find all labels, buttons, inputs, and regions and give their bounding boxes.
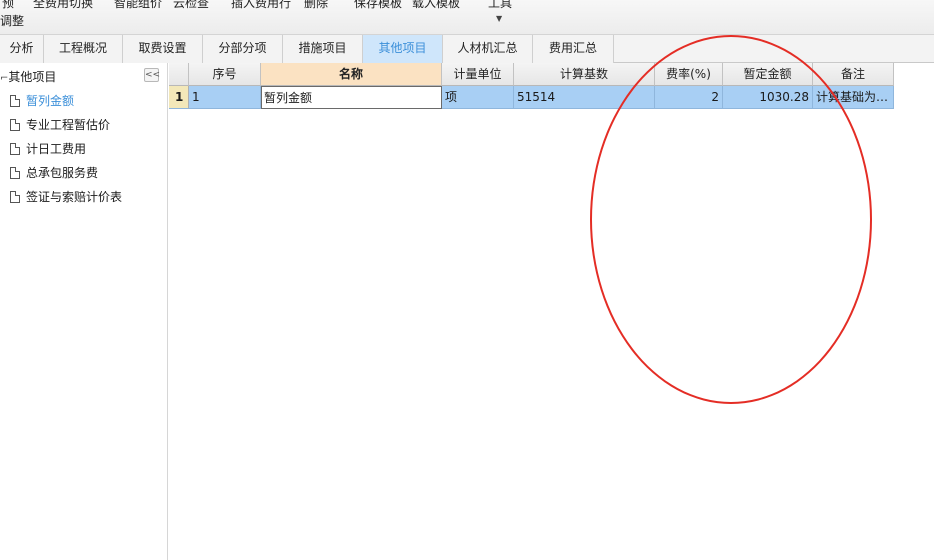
cell-seq[interactable]: 1 bbox=[189, 86, 261, 109]
tab-measures[interactable]: 措施项目 bbox=[283, 35, 363, 63]
column-header-remark[interactable]: 备注 bbox=[813, 63, 894, 86]
cell-remark[interactable]: 计算基础为… bbox=[813, 86, 894, 109]
tab-other-items[interactable]: 其他项目 bbox=[363, 35, 443, 63]
tree-item-specialty-estimate[interactable]: 专业工程暂估价 bbox=[10, 116, 110, 134]
tree-item-label: 暂列金额 bbox=[26, 94, 75, 108]
document-icon bbox=[10, 167, 20, 179]
load-template-button[interactable]: 载入模板 bbox=[412, 0, 460, 10]
tab-cost-summary[interactable]: 费用汇总 bbox=[533, 35, 614, 63]
tree-root-label: 其他项目 bbox=[8, 70, 57, 84]
toolbar: 预 调整 全费用切换 智能组价 云检查 插入费用行 删除 保存模板 载入模板 工… bbox=[0, 0, 934, 35]
tree-item-label: 计日工费用 bbox=[26, 142, 87, 156]
tab-sub-items[interactable]: 分部分项 bbox=[203, 35, 283, 63]
tree-item-label: 专业工程暂估价 bbox=[26, 118, 111, 132]
document-icon bbox=[10, 95, 20, 107]
document-icon bbox=[10, 143, 20, 155]
tab-labor-material-summary[interactable]: 人材机汇总 bbox=[443, 35, 533, 63]
tree-root[interactable]: ⌐其他项目 bbox=[0, 69, 56, 85]
column-header-rate[interactable]: 费率(%) bbox=[655, 63, 723, 86]
navigation-tree: << ⌐其他项目 暂列金额 专业工程暂估价 计日工费用 总承包服务费 签证与索赔… bbox=[0, 63, 168, 560]
column-header-amount[interactable]: 暂定金额 bbox=[723, 63, 813, 86]
column-header-name[interactable]: 名称 bbox=[261, 63, 442, 86]
tree-item-label: 总承包服务费 bbox=[26, 166, 99, 180]
cell-name-editor[interactable]: 暂列金额 bbox=[261, 86, 442, 109]
row-header-corner bbox=[169, 63, 189, 86]
insert-cost-row-button[interactable]: 插入费用行 bbox=[231, 0, 291, 10]
smart-pricing-button[interactable]: 智能组价 bbox=[114, 0, 162, 10]
collapse-panel-button[interactable]: << bbox=[144, 68, 160, 82]
row-number[interactable]: 1 bbox=[169, 86, 189, 109]
column-header-base[interactable]: 计算基数 bbox=[514, 63, 655, 86]
tab-fee-settings[interactable]: 取费设置 bbox=[123, 35, 203, 63]
tree-item-provisional-sum[interactable]: 暂列金额 bbox=[10, 92, 74, 110]
toolbar-preview-button[interactable]: 预 bbox=[2, 0, 14, 10]
cell-base[interactable]: 51514 bbox=[514, 86, 655, 109]
document-icon bbox=[10, 119, 20, 131]
chevron-down-icon[interactable]: ▼ bbox=[496, 14, 502, 23]
tree-item-contractor-service[interactable]: 总承包服务费 bbox=[10, 164, 98, 182]
full-cost-switch-button[interactable]: 全费用切换 bbox=[33, 0, 93, 10]
tree-item-daywork[interactable]: 计日工费用 bbox=[10, 140, 86, 158]
cell-rate[interactable]: 2 bbox=[655, 86, 723, 109]
tools-menu-button[interactable]: 工具 bbox=[488, 0, 512, 10]
tree-item-visa-claims[interactable]: 签证与索赔计价表 bbox=[10, 188, 122, 206]
cell-amount[interactable]: 1030.28 bbox=[723, 86, 813, 109]
tab-analysis[interactable]: 分析 bbox=[0, 35, 44, 63]
save-template-button[interactable]: 保存模板 bbox=[354, 0, 402, 10]
cell-unit[interactable]: 项 bbox=[442, 86, 514, 109]
module-tabs: 分析 工程概况 取费设置 分部分项 措施项目 其他项目 人材机汇总 费用汇总 bbox=[0, 35, 934, 63]
column-header-seq[interactable]: 序号 bbox=[189, 63, 261, 86]
tree-item-label: 签证与索赔计价表 bbox=[26, 190, 123, 204]
toolbar-adjust-button[interactable]: 调整 bbox=[0, 14, 24, 28]
tab-project-overview[interactable]: 工程概况 bbox=[44, 35, 123, 63]
document-icon bbox=[10, 191, 20, 203]
column-header-unit[interactable]: 计量单位 bbox=[442, 63, 514, 86]
delete-button[interactable]: 删除 bbox=[304, 0, 328, 10]
cloud-check-button[interactable]: 云检查 bbox=[173, 0, 209, 10]
